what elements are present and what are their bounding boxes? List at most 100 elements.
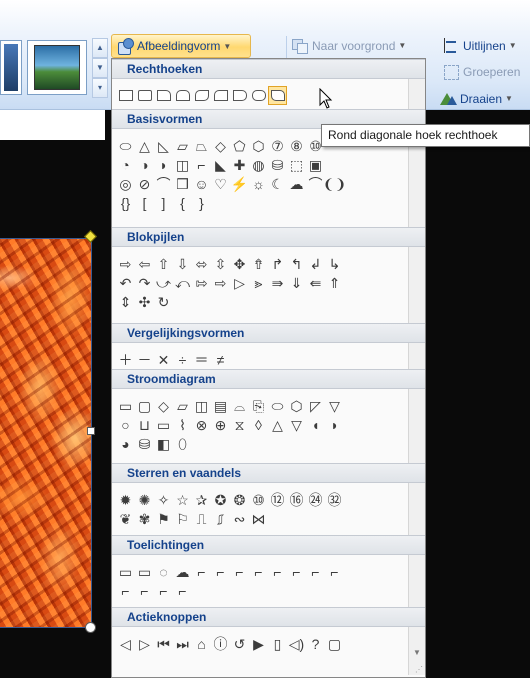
shape-option[interactable]: ⇰ (193, 274, 210, 291)
shape-option[interactable]: ☼ (250, 175, 267, 192)
shape-option[interactable]: ✰ (193, 491, 210, 508)
shape-option[interactable]: ⑧ (288, 137, 305, 154)
shape-option[interactable]: ⇳ (212, 255, 229, 272)
shape-option[interactable]: ○ (117, 416, 134, 433)
shape-option[interactable]: ↰ (288, 255, 305, 272)
shape-option[interactable]: ◣ (212, 156, 229, 173)
shape-option[interactable]: ▯ (269, 635, 286, 652)
shape-option[interactable]: ⊔ (136, 416, 153, 433)
picture-style-thumbnail[interactable] (0, 40, 22, 95)
shape-option[interactable]: ⬄ (193, 255, 210, 272)
shape-option[interactable]: ☆ (174, 491, 191, 508)
shape-option[interactable]: ⌐ (193, 156, 210, 173)
shape-option[interactable]: ⚐ (174, 510, 191, 527)
shape-option[interactable]: ⌐ (288, 563, 305, 580)
shape-option[interactable]: ▷ (136, 635, 153, 652)
shape-option[interactable]: ⑫ (269, 491, 286, 508)
shape-option[interactable]: [ (136, 194, 153, 211)
shape-option[interactable]: ⇧ (155, 255, 172, 272)
resize-handle[interactable] (87, 427, 95, 435)
shape-option[interactable]: ⬯ (174, 435, 191, 452)
shape-option[interactable]: ⌐ (193, 563, 210, 580)
shape-option[interactable]: ✕ (155, 351, 172, 368)
shape-option[interactable]: ⌐ (174, 582, 191, 599)
resize-handle[interactable] (85, 622, 96, 633)
shape-option[interactable]: ↱ (269, 255, 286, 272)
shape-option[interactable] (231, 87, 248, 104)
shape-option[interactable]: ⋈ (250, 510, 267, 527)
shape-option[interactable] (136, 87, 153, 104)
shape-option[interactable]: ▢ (326, 635, 343, 652)
shape-option[interactable]: } (193, 194, 210, 211)
shape-option[interactable]: ◫ (174, 156, 191, 173)
shape-option[interactable]: ▢ (136, 397, 153, 414)
gallery-more-icon[interactable]: ▾ (92, 78, 108, 98)
shape-option[interactable]: ＝ (193, 351, 210, 368)
shape-option[interactable] (250, 87, 267, 104)
shape-option[interactable]: ÷ (174, 351, 191, 368)
shape-option[interactable]: ⬭ (269, 397, 286, 414)
shape-option[interactable]: ⇚ (307, 274, 324, 291)
shape-option[interactable]: ☾ (269, 175, 286, 192)
shape-option[interactable]: ] (155, 194, 172, 211)
shape-option[interactable]: ▱ (174, 137, 191, 154)
shape-option[interactable]: ⇑ (326, 274, 343, 291)
shape-option[interactable]: ☺ (193, 175, 210, 192)
shape-option[interactable]: ⏭ (174, 635, 191, 652)
shape-option[interactable] (212, 87, 229, 104)
gallery-up-arrow-icon[interactable]: ▲ (92, 38, 108, 58)
shape-option[interactable]: ◑ (136, 156, 153, 173)
shape-option[interactable] (155, 87, 172, 104)
shape-option[interactable]: ⌐ (231, 563, 248, 580)
shape-option[interactable]: ▭ (117, 563, 134, 580)
shape-option[interactable]: ⌐ (212, 563, 229, 580)
shape-option[interactable]: ⧖ (231, 416, 248, 433)
shape-option[interactable]: ▭ (136, 563, 153, 580)
shape-option[interactable]: ▭ (155, 416, 172, 433)
shape-option[interactable]: ↲ (307, 255, 324, 272)
shape-option[interactable]: ◫ (193, 397, 210, 414)
shape-option[interactable]: ⤻ (155, 274, 172, 291)
shape-option[interactable]: ⑩ (250, 491, 267, 508)
shape-option[interactable]: ⏮ (155, 635, 172, 652)
resize-grip-icon[interactable]: ⋰ (413, 665, 423, 675)
shape-option[interactable]: ↷ (136, 274, 153, 291)
shape-option[interactable]: ? (307, 635, 324, 652)
shape-option[interactable]: ⎍ (193, 510, 210, 527)
shape-option[interactable] (193, 87, 210, 104)
shape-option[interactable]: ▽ (326, 397, 343, 414)
shape-option[interactable]: ✚ (231, 156, 248, 173)
shape-option[interactable]: ⌐ (269, 563, 286, 580)
shape-option[interactable]: △ (269, 416, 286, 433)
shape-option[interactable]: ⇨ (212, 274, 229, 291)
shape-option[interactable]: ⬡ (288, 397, 305, 414)
shape-option[interactable]: ◊ (250, 416, 267, 433)
shape-option[interactable]: ⤺ (174, 274, 191, 291)
shape-option[interactable]: ❦ (117, 510, 134, 527)
shape-option[interactable]: ▣ (307, 156, 324, 173)
shape-option[interactable]: ⬠ (231, 137, 248, 154)
shape-option[interactable]: ⑯ (288, 491, 305, 508)
shape-option[interactable]: ✪ (212, 491, 229, 508)
shape-option[interactable]: ⬡ (250, 137, 267, 154)
shape-option[interactable]: ⇩ (174, 255, 191, 272)
rotate-button[interactable]: Draaien ▼ (440, 91, 513, 106)
shape-option[interactable]: ⪢ (250, 274, 267, 291)
shape-option[interactable]: ✧ (155, 491, 172, 508)
shape-option[interactable]: ◕ (117, 435, 134, 452)
shape-option[interactable]: ◸ (307, 397, 324, 414)
shape-option[interactable]: ▽ (288, 416, 305, 433)
shape-option[interactable]: ⌐ (117, 582, 134, 599)
shape-option[interactable] (174, 87, 191, 104)
gallery-scrollbar[interactable]: ▲ ▼ (408, 59, 425, 675)
shape-option[interactable]: ◗ (155, 156, 172, 173)
shape-option[interactable]: ◁) (288, 635, 305, 652)
shape-option[interactable]: ⊘ (136, 175, 153, 192)
shape-option[interactable]: ⬚ (288, 156, 305, 173)
shape-option[interactable]: ▶ (250, 635, 267, 652)
shape-option[interactable]: ⎎ (212, 510, 229, 527)
shape-option[interactable]: ❒ (174, 175, 191, 192)
shape-option[interactable]: ⌒ (307, 175, 324, 192)
shape-option[interactable]: ⎘ (250, 397, 267, 414)
shape-option[interactable]: ♡ (212, 175, 229, 192)
